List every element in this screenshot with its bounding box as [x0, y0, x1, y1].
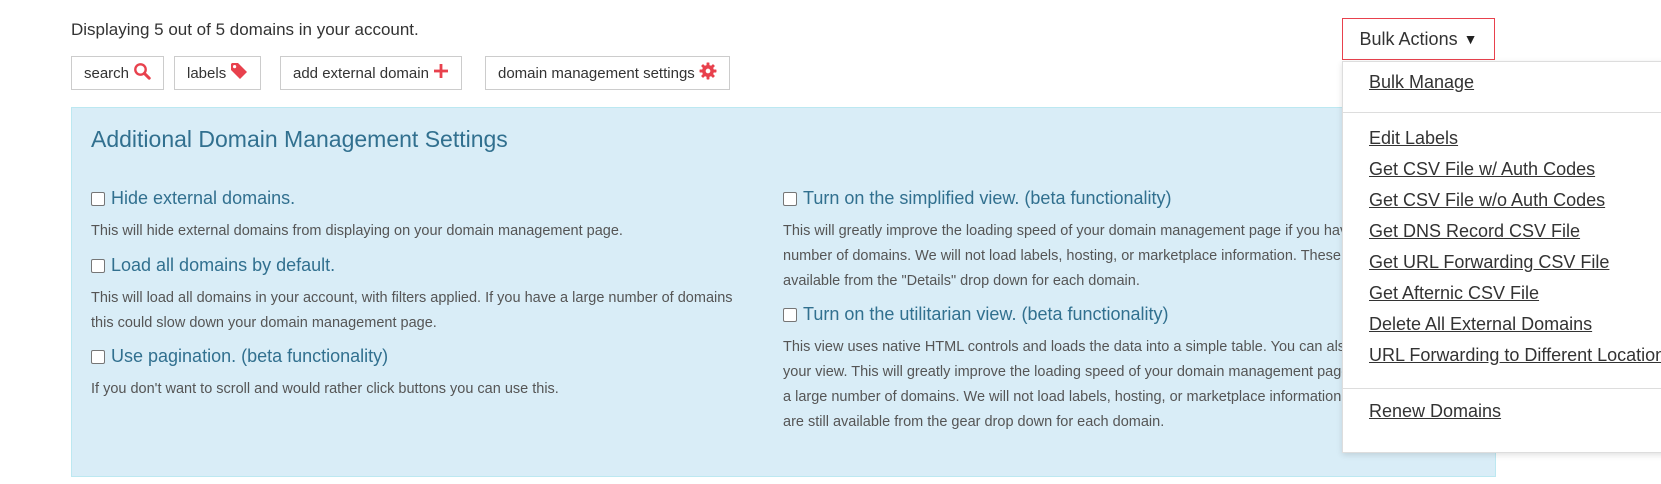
option-description: This will load all domains in your accou… — [91, 290, 733, 331]
menu-item-url-forwarding-location[interactable]: URL Forwarding to Different Location — [1369, 345, 1661, 366]
menu-item-dns-csv[interactable]: Get DNS Record CSV File — [1369, 221, 1580, 242]
panel-title: Additional Domain Management Settings — [91, 126, 508, 152]
option-label: Use pagination. (beta functionality) — [111, 346, 389, 366]
option-description: If you don't want to scroll and would ra… — [91, 381, 559, 397]
menu-item-afternic-csv[interactable]: Get Afternic CSV File — [1369, 283, 1539, 304]
domain-management-settings-button[interactable]: domain management settings — [485, 56, 730, 90]
menu-item-csv-with-auth[interactable]: Get CSV File w/ Auth Codes — [1369, 159, 1595, 180]
option-label: Turn on the utilitarian view. (beta func… — [803, 304, 1169, 324]
additional-settings-panel: Additional Domain Management Settings Hi… — [71, 107, 1496, 477]
option-description: This will greatly improve the loading sp… — [783, 223, 1430, 289]
menu-divider — [1343, 388, 1661, 389]
labels-button-label: labels — [187, 64, 227, 82]
option-label: Hide external domains. — [111, 188, 296, 208]
utilitarian-view-checkbox[interactable] — [783, 307, 797, 322]
gear-icon — [699, 62, 717, 84]
add-external-domain-button[interactable]: add external domain — [280, 56, 462, 90]
menu-item-delete-external[interactable]: Delete All External Domains — [1369, 314, 1592, 335]
pagination-checkbox[interactable] — [91, 349, 105, 364]
domain-count-summary: Displaying 5 out of 5 domains in your ac… — [71, 20, 419, 39]
load-all-checkbox[interactable] — [91, 258, 105, 273]
option-label: Load all domains by default. — [111, 255, 336, 275]
menu-item-bulk-manage[interactable]: Bulk Manage — [1369, 72, 1474, 93]
search-button[interactable]: search — [71, 56, 165, 90]
simplified-view-checkbox[interactable] — [783, 191, 797, 206]
option-pagination: Use pagination. (beta functionality) If … — [91, 346, 741, 402]
search-button-label: search — [84, 64, 130, 82]
option-description: This view uses native HTML controls and … — [783, 339, 1429, 430]
bulk-actions-label: Bulk Actions — [1359, 28, 1458, 49]
labels-button[interactable]: labels — [174, 56, 262, 90]
settings-button-label: domain management settings — [498, 64, 695, 82]
hide-external-checkbox[interactable] — [91, 191, 105, 206]
option-description: This will hide external domains from dis… — [91, 223, 623, 239]
plus-icon — [433, 63, 449, 83]
menu-item-csv-without-auth[interactable]: Get CSV File w/o Auth Codes — [1369, 190, 1605, 211]
caret-down-icon: ▼ — [1463, 31, 1478, 47]
bulk-actions-button[interactable]: Bulk Actions ▼ — [1342, 18, 1495, 60]
option-hide-external: Hide external domains. This will hide ex… — [91, 188, 741, 244]
bulk-actions-menu: Bulk Manage Edit Labels Get CSV File w/ … — [1342, 61, 1661, 453]
menu-item-url-forwarding-csv[interactable]: Get URL Forwarding CSV File — [1369, 252, 1609, 273]
menu-item-renew-domains[interactable]: Renew Domains — [1369, 401, 1501, 422]
search-icon — [133, 62, 151, 84]
option-utilitarian-view: Turn on the utilitarian view. (beta func… — [783, 304, 1433, 435]
option-simplified-view: Turn on the simplified view. (beta funct… — [783, 188, 1433, 294]
option-load-all: Load all domains by default. This will l… — [91, 255, 741, 336]
menu-item-edit-labels[interactable]: Edit Labels — [1369, 128, 1458, 149]
add-external-domain-label: add external domain — [293, 64, 429, 82]
tag-icon — [230, 62, 248, 84]
option-label: Turn on the simplified view. (beta funct… — [803, 188, 1172, 208]
menu-divider — [1343, 112, 1661, 113]
